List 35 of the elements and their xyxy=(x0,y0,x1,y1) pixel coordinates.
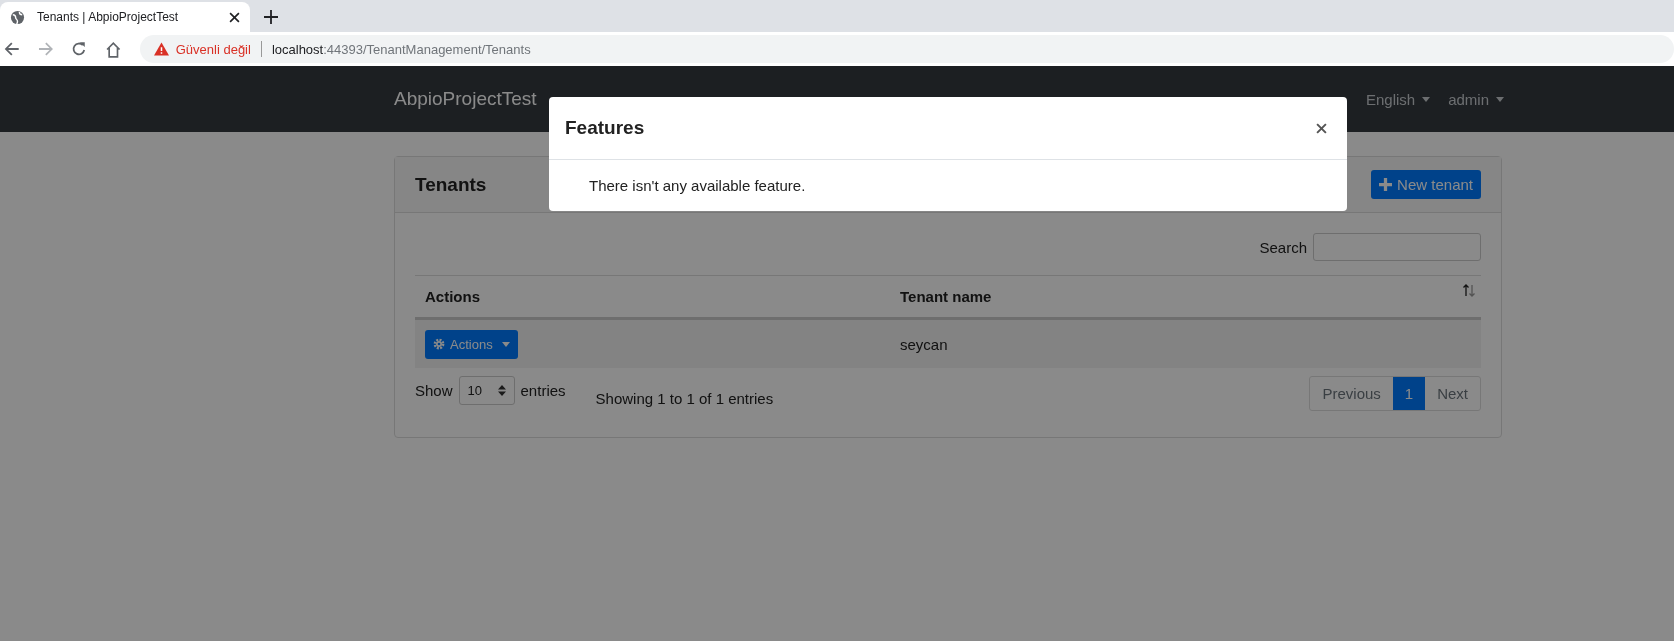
search-label: Search xyxy=(1259,238,1307,256)
tab-title: Tenants | AbpioProjectTest xyxy=(37,10,180,24)
show-label: Show xyxy=(415,382,453,399)
table-cell: seycan xyxy=(890,318,1481,368)
page-link[interactable]: Previous xyxy=(1310,377,1393,410)
reload-icon[interactable] xyxy=(71,41,88,57)
user-dropdown[interactable]: admin xyxy=(1448,90,1504,108)
gear-icon xyxy=(433,338,445,350)
browser-tab[interactable]: Tenants | AbpioProjectTest xyxy=(0,2,250,32)
warning-icon xyxy=(153,42,169,56)
close-icon[interactable] xyxy=(1316,122,1327,134)
security-label: Güvenli değil xyxy=(175,41,251,57)
dialog-title: Features xyxy=(565,117,645,139)
home-icon[interactable] xyxy=(105,40,122,58)
globe-icon xyxy=(10,9,25,25)
new-tab-icon[interactable] xyxy=(264,10,278,24)
new-tenant-button[interactable]: New tenant xyxy=(1371,170,1481,199)
close-icon[interactable] xyxy=(229,11,240,23)
sort-icon[interactable] xyxy=(1463,284,1475,297)
url-text: localhost:44393/TenantManagement/Tenants xyxy=(271,41,531,57)
back-icon[interactable] xyxy=(4,41,20,57)
page-size-select[interactable]: 10 xyxy=(458,376,515,405)
page-link[interactable]: 1 xyxy=(1392,377,1426,410)
language-dropdown[interactable]: English xyxy=(1365,90,1431,108)
actions-button[interactable]: Actions xyxy=(425,329,518,359)
page-link[interactable]: Next xyxy=(1425,377,1480,410)
entries-label: entries xyxy=(520,382,566,399)
updown-icon xyxy=(497,385,506,396)
address-field[interactable]: Güvenli değil localhost:44393/TenantManagement/Tenants xyxy=(139,35,1674,63)
info-text: Showing 1 to 1 of 1 entries xyxy=(595,390,774,407)
search-field[interactable] xyxy=(1313,233,1481,261)
plus-icon xyxy=(1379,178,1393,191)
brand-link[interactable]: AbpioProjectTest xyxy=(394,88,537,110)
dialog-message: There isn't any available feature. xyxy=(589,177,806,194)
card-title: Tenants xyxy=(415,173,487,196)
